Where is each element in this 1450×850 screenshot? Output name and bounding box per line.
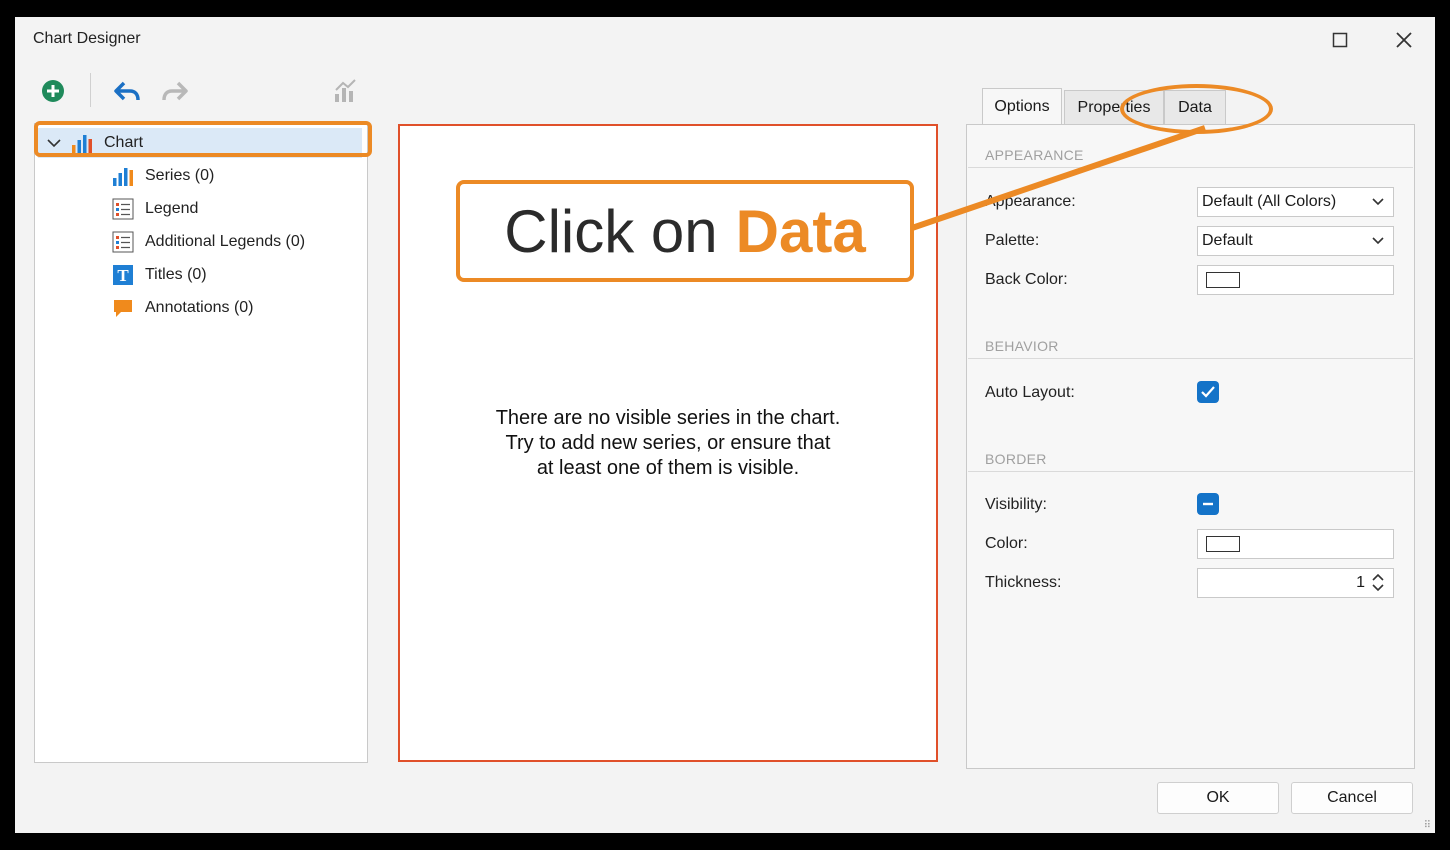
close-button[interactable]	[1387, 25, 1421, 55]
tree-item-legend[interactable]: Legend	[111, 194, 198, 224]
legend-icon	[111, 198, 135, 220]
chevron-down-icon	[1372, 237, 1384, 245]
cancel-button[interactable]: Cancel	[1291, 782, 1413, 814]
tab-options[interactable]: Options	[982, 88, 1062, 124]
thickness-label: Thickness:	[985, 574, 1062, 591]
chart-designer-window: Chart Designer Chart Series (0) Legend A…	[15, 17, 1435, 833]
tree-item-label: Additional Legends (0)	[145, 233, 306, 250]
chevron-down-icon[interactable]	[38, 138, 70, 148]
chart-wizard-icon[interactable]	[331, 77, 359, 105]
add-icon[interactable]	[39, 77, 67, 105]
color-swatch	[1206, 536, 1240, 552]
section-divider	[968, 471, 1413, 472]
auto-layout-label: Auto Layout:	[985, 384, 1075, 401]
tree-item-chart[interactable]: Chart	[38, 128, 362, 158]
appearance-label: Appearance:	[985, 193, 1076, 210]
indeterminate-icon	[1203, 502, 1213, 506]
tree-item-label: Titles (0)	[145, 266, 207, 283]
visibility-label: Visibility:	[985, 496, 1047, 513]
check-icon	[1201, 386, 1215, 398]
tree-item-titles[interactable]: T Titles (0)	[111, 260, 207, 290]
chevron-down-icon	[1372, 198, 1384, 206]
section-appearance: APPEARANCE	[985, 147, 1084, 163]
back-color-label: Back Color:	[985, 271, 1068, 288]
redo-icon[interactable]	[161, 77, 189, 105]
tree-item-label: Legend	[145, 200, 199, 217]
visibility-checkbox[interactable]	[1197, 493, 1219, 515]
color-swatch	[1206, 272, 1240, 288]
toolbar-separator	[90, 73, 91, 107]
tree-item-label: Chart	[104, 134, 144, 151]
legend-icon	[111, 231, 135, 253]
auto-layout-checkbox[interactable]	[1197, 381, 1219, 403]
empty-chart-message: There are no visible series in the chart…	[495, 407, 841, 479]
properties-panel: APPEARANCE Appearance: Default (All Colo…	[966, 124, 1415, 769]
resize-grip-icon[interactable]: ⠿	[1424, 820, 1431, 831]
section-behavior: BEHAVIOR	[985, 338, 1059, 354]
instruction-callout: Click on Data	[456, 180, 914, 282]
section-border: BORDER	[985, 451, 1047, 467]
tree-item-additional-legends[interactable]: Additional Legends (0)	[111, 227, 305, 257]
palette-label: Palette:	[985, 232, 1040, 249]
bar-chart-icon	[70, 132, 94, 154]
bar-chart-icon	[111, 165, 135, 187]
spinner-arrows-icon[interactable]	[1371, 574, 1385, 592]
section-divider	[968, 358, 1413, 359]
thickness-spinner[interactable]: 1	[1197, 568, 1394, 598]
title-icon: T	[111, 264, 135, 286]
appearance-dropdown[interactable]: Default (All Colors)	[1197, 187, 1394, 217]
back-color-picker[interactable]	[1197, 265, 1394, 295]
svg-text:T: T	[117, 266, 129, 285]
undo-icon[interactable]	[113, 77, 141, 105]
close-icon	[1396, 32, 1412, 48]
window-title: Chart Designer	[33, 30, 141, 47]
annotation-icon	[111, 297, 135, 319]
callout-prefix: Click on	[504, 197, 718, 265]
tab-properties[interactable]: Properties	[1064, 90, 1164, 124]
callout-highlight: Data	[735, 197, 866, 265]
tree-item-label: Annotations (0)	[145, 299, 254, 316]
color-label: Color:	[985, 535, 1028, 552]
section-divider	[968, 167, 1413, 168]
palette-dropdown[interactable]: Default	[1197, 226, 1394, 256]
maximize-icon	[1332, 32, 1348, 48]
border-color-picker[interactable]	[1197, 529, 1394, 559]
tab-data[interactable]: Data	[1164, 90, 1226, 124]
ok-button[interactable]: OK	[1157, 782, 1279, 814]
tree-item-label: Series (0)	[145, 167, 215, 184]
element-tree: Chart Series (0) Legend Additional Legen…	[34, 123, 368, 763]
maximize-button[interactable]	[1323, 25, 1357, 55]
tree-item-series[interactable]: Series (0)	[111, 161, 214, 191]
tree-item-annotations[interactable]: Annotations (0)	[111, 293, 254, 323]
